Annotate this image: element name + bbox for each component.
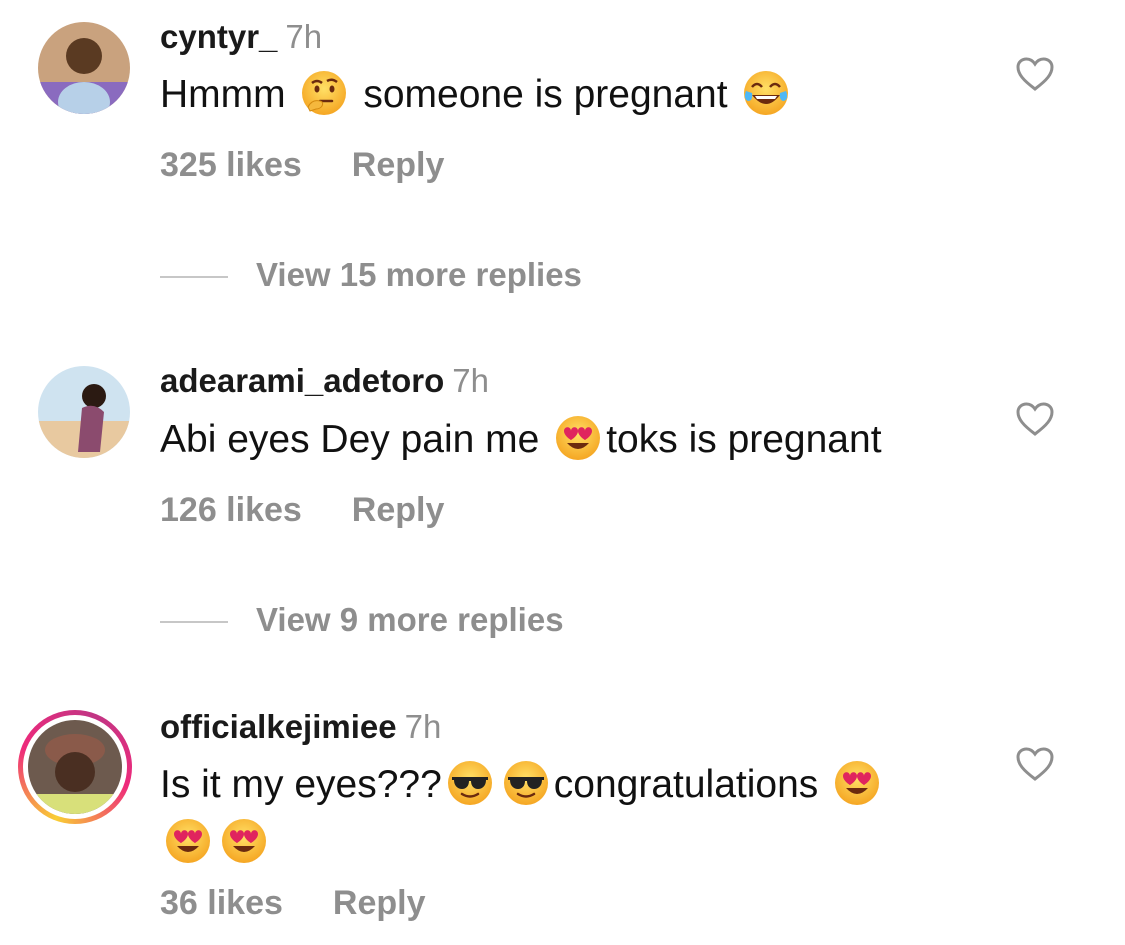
comment-text-part: congratulations — [553, 763, 819, 806]
avatar[interactable] — [38, 22, 130, 114]
comment-header: officialkejimiee 7h — [160, 708, 441, 746]
reply-button[interactable]: Reply — [333, 884, 426, 922]
comment-text-part: Is it my eyes??? — [160, 763, 442, 806]
comment-meta: 36 likes Reply — [160, 884, 425, 923]
heart-eyes-icon — [554, 414, 602, 462]
heart-eyes-icon — [164, 817, 212, 865]
avatar-story-ring[interactable] — [18, 710, 132, 824]
username[interactable]: officialkejimiee — [160, 708, 397, 745]
timestamp: 7h — [404, 708, 442, 745]
view-replies-button[interactable]: View 15 more replies — [160, 256, 582, 294]
comment-meta: 126 likes Reply — [160, 491, 444, 530]
reply-button[interactable]: Reply — [352, 491, 445, 529]
comment-text-part: Hmmm — [160, 73, 286, 116]
comment-meta: 325 likes Reply — [160, 146, 444, 185]
reply-button[interactable]: Reply — [352, 146, 445, 184]
divider-dash — [160, 276, 228, 279]
heart-eyes-icon — [220, 817, 268, 865]
divider-dash — [160, 621, 228, 624]
timestamp: 7h — [452, 362, 490, 399]
comment-text: Abi eyes Dey pain me toks is pregnant — [160, 411, 980, 469]
avatar — [28, 720, 122, 814]
likes-count[interactable]: 36 likes — [160, 884, 283, 922]
view-replies-label: View 15 more replies — [256, 256, 582, 293]
heart-like-icon[interactable] — [1015, 401, 1055, 437]
tears-of-joy-icon — [742, 69, 790, 117]
likes-count[interactable]: 325 likes — [160, 146, 302, 184]
username[interactable]: adearami_adetoro — [160, 362, 444, 399]
sunglasses-face-icon — [446, 759, 494, 807]
likes-count[interactable]: 126 likes — [160, 491, 302, 529]
sunglasses-face-icon — [502, 759, 550, 807]
comment-text: Hmmm someone is pregnant — [160, 66, 980, 124]
comment-header: cyntyr_ 7h — [160, 18, 322, 56]
heart-like-icon[interactable] — [1015, 746, 1055, 782]
comment-text-part: someone is pregnant — [363, 73, 728, 116]
avatar[interactable] — [38, 366, 130, 458]
comment-text: Is it my eyes??? congratulations — [160, 756, 980, 872]
thinking-face-icon — [300, 69, 348, 117]
username[interactable]: cyntyr_ — [160, 18, 277, 55]
comment-text-part: Abi eyes Dey pain me — [160, 418, 540, 461]
comment-header: adearami_adetoro 7h — [160, 362, 489, 400]
timestamp: 7h — [285, 18, 323, 55]
heart-like-icon[interactable] — [1015, 56, 1055, 92]
view-replies-button[interactable]: View 9 more replies — [160, 601, 564, 639]
view-replies-label: View 9 more replies — [256, 601, 564, 638]
comment-text-part: toks is pregnant — [606, 418, 882, 461]
heart-eyes-icon — [833, 759, 881, 807]
